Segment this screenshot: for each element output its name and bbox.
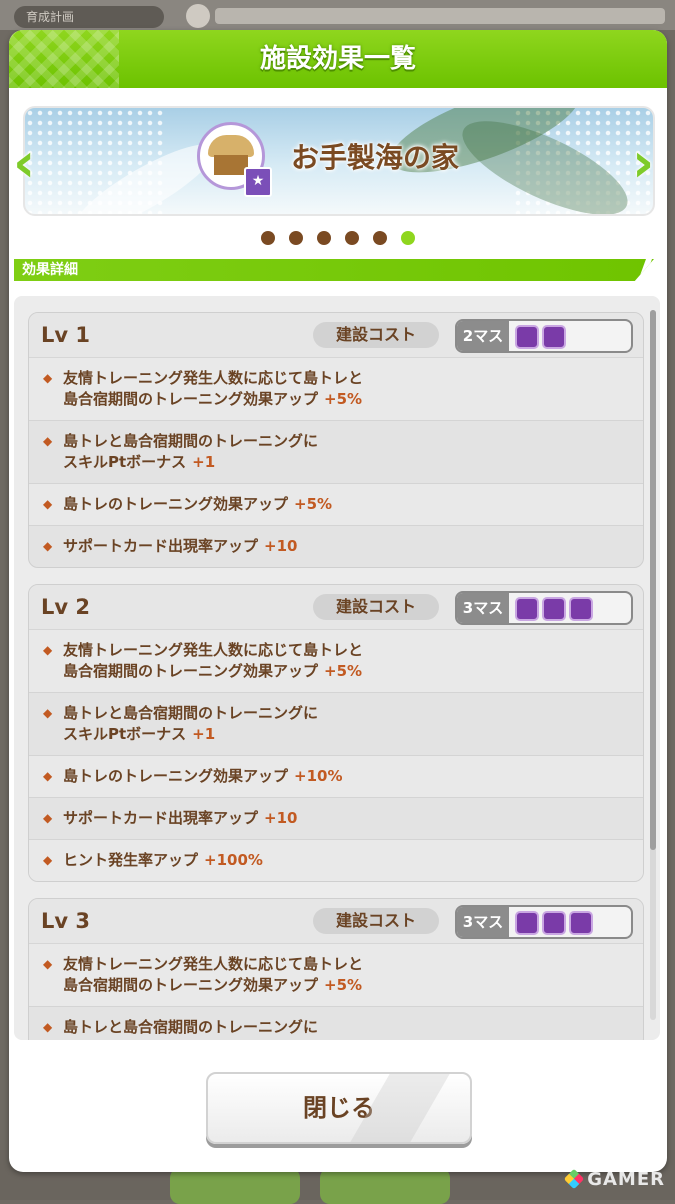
effect-text: スキルPtボーナス — [63, 725, 187, 743]
effect-text: 島合宿期間のトレーニング効果アップ — [63, 390, 319, 408]
effect-text: 島トレと島合宿期間のトレーニングに — [63, 1018, 319, 1036]
cost-slot-icon — [542, 911, 566, 935]
cost-squares: 2マス — [457, 321, 509, 351]
level-effect-list[interactable]: Lv 1 建設コスト 2マス友情トレーニング発生人数に応じて島トレと島合宿期間のトレ… — [14, 296, 660, 1040]
chevron-left-icon[interactable]: ‹ — [13, 135, 43, 195]
beach-hut-icon: ★ — [197, 122, 272, 197]
effect-row: ヒント発生率アップ +100% — [29, 840, 643, 881]
effect-text: 島合宿期間のトレーニング効果アップ — [63, 976, 319, 994]
page-indicator — [9, 230, 667, 249]
level-label: Lv 2 — [41, 595, 90, 619]
effect-value: +10 — [264, 537, 298, 555]
page-dot[interactable] — [261, 231, 275, 245]
effect-text: 島トレのトレーニング効果アップ — [63, 767, 289, 785]
cost-squares: 3マス — [457, 593, 509, 623]
effect-row: 友情トレーニング発生人数に応じて島トレと島合宿期間のトレーニング効果アップ +5% — [29, 358, 643, 421]
effect-text: サポートカード出現率アップ — [63, 809, 259, 827]
effect-text: 友情トレーニング発生人数に応じて島トレと — [63, 955, 364, 973]
level-header: Lv 3 建設コスト 3マス — [29, 899, 643, 944]
page-dot[interactable] — [317, 231, 331, 245]
effect-value: +5% — [324, 390, 363, 408]
page-dot[interactable] — [289, 231, 303, 245]
background-icon — [186, 4, 210, 28]
effect-text: スキルPtボーナス — [63, 453, 187, 471]
cost-slot-icon — [515, 325, 539, 349]
watermark: GAMER — [564, 1168, 665, 1190]
cost-slot-icon — [569, 597, 593, 621]
background-bar — [215, 8, 665, 24]
background-button — [170, 1168, 300, 1204]
close-button[interactable]: 閉じる — [206, 1072, 472, 1144]
cost-slot-icon — [515, 911, 539, 935]
background-button — [320, 1168, 450, 1204]
effect-text: 友情トレーニング発生人数に応じて島トレと — [63, 641, 364, 659]
cost-slot-icon — [515, 597, 539, 621]
effect-row: 島トレのトレーニング効果アップ +10% — [29, 756, 643, 798]
facility-banner: ★ お手製海の家 — [23, 106, 655, 216]
dialog-header: 施設効果一覧 — [9, 30, 667, 88]
cost-squares: 3マス — [457, 907, 509, 937]
section-label: 効果詳細 — [22, 262, 78, 278]
effect-text: 島トレのトレーニング効果アップ — [63, 495, 289, 513]
build-cost-value: 2マス — [455, 319, 633, 353]
level-header: Lv 1 建設コスト 2マス — [29, 313, 643, 358]
effect-value: +5% — [324, 976, 363, 994]
level-label: Lv 1 — [41, 323, 90, 347]
scrollbar-thumb[interactable] — [650, 310, 656, 850]
effect-row: サポートカード出現率アップ +10 — [29, 526, 643, 567]
build-cost-value: 3マス — [455, 591, 633, 625]
facility-effects-dialog: 施設効果一覧 ★ お手製海の家 ‹ › 効果詳細 Lv 1 建設コスト 2マス友情ト… — [9, 30, 667, 1172]
build-cost-value: 3マス — [455, 905, 633, 939]
build-cost-label: 建設コスト — [313, 594, 439, 620]
effect-value: +100% — [204, 851, 263, 869]
chevron-right-icon[interactable]: › — [632, 135, 662, 195]
dialog-title: 施設効果一覧 — [259, 44, 416, 74]
gamer-logo-icon — [564, 1168, 585, 1190]
level-header: Lv 2 建設コスト 3マス — [29, 585, 643, 630]
cost-slot-icon — [542, 325, 566, 349]
star-badge-icon: ★ — [244, 167, 272, 197]
page-dot[interactable] — [373, 231, 387, 245]
page-dot[interactable] — [345, 231, 359, 245]
build-cost-label: 建設コスト — [313, 908, 439, 934]
cost-slot-icon — [569, 911, 593, 935]
effect-row: 島トレと島合宿期間のトレーニングにスキルPtボーナス +1 — [29, 693, 643, 756]
background-title: 育成計画 — [14, 6, 164, 28]
effect-row: サポートカード出現率アップ +10 — [29, 798, 643, 840]
effect-row: 島トレのトレーニング効果アップ +5% — [29, 484, 643, 526]
effect-value: +1 — [192, 725, 216, 743]
level-label: Lv 3 — [41, 909, 90, 933]
effect-text: 島合宿期間のトレーニング効果アップ — [63, 662, 319, 680]
level-card: Lv 3 建設コスト 3マス友情トレーニング発生人数に応じて島トレと島合宿期間のトレ… — [28, 898, 644, 1040]
background-header: 育成計画 — [0, 0, 675, 30]
effect-row: 友情トレーニング発生人数に応じて島トレと島合宿期間のトレーニング効果アップ +5% — [29, 944, 643, 1007]
build-cost-label: 建設コスト — [313, 322, 439, 348]
facility-name: お手製海の家 — [291, 141, 460, 174]
section-header: 効果詳細 — [14, 259, 654, 281]
effect-row: 友情トレーニング発生人数に応じて島トレと島合宿期間のトレーニング効果アップ +5% — [29, 630, 643, 693]
effect-value: +10 — [264, 809, 298, 827]
level-card: Lv 2 建設コスト 3マス友情トレーニング発生人数に応じて島トレと島合宿期間のトレ… — [28, 584, 644, 882]
effect-value: +5% — [324, 662, 363, 680]
effect-text: 島トレと島合宿期間のトレーニングに — [63, 704, 319, 722]
page-dot[interactable] — [401, 231, 415, 245]
effect-text: 島トレと島合宿期間のトレーニングに — [63, 432, 319, 450]
effect-text: ヒント発生率アップ — [63, 851, 199, 869]
cost-slot-icon — [542, 597, 566, 621]
effect-text: 友情トレーニング発生人数に応じて島トレと — [63, 369, 364, 387]
effect-row: 島トレと島合宿期間のトレーニングにスキルPtボーナス +1 — [29, 421, 643, 484]
effect-value: +5% — [294, 495, 333, 513]
effect-text: サポートカード出現率アップ — [63, 537, 259, 555]
effect-value: +10% — [294, 767, 343, 785]
effect-value: +1 — [192, 453, 216, 471]
level-card: Lv 1 建設コスト 2マス友情トレーニング発生人数に応じて島トレと島合宿期間のトレ… — [28, 312, 644, 568]
effect-row: 島トレと島合宿期間のトレーニングに — [29, 1007, 643, 1040]
